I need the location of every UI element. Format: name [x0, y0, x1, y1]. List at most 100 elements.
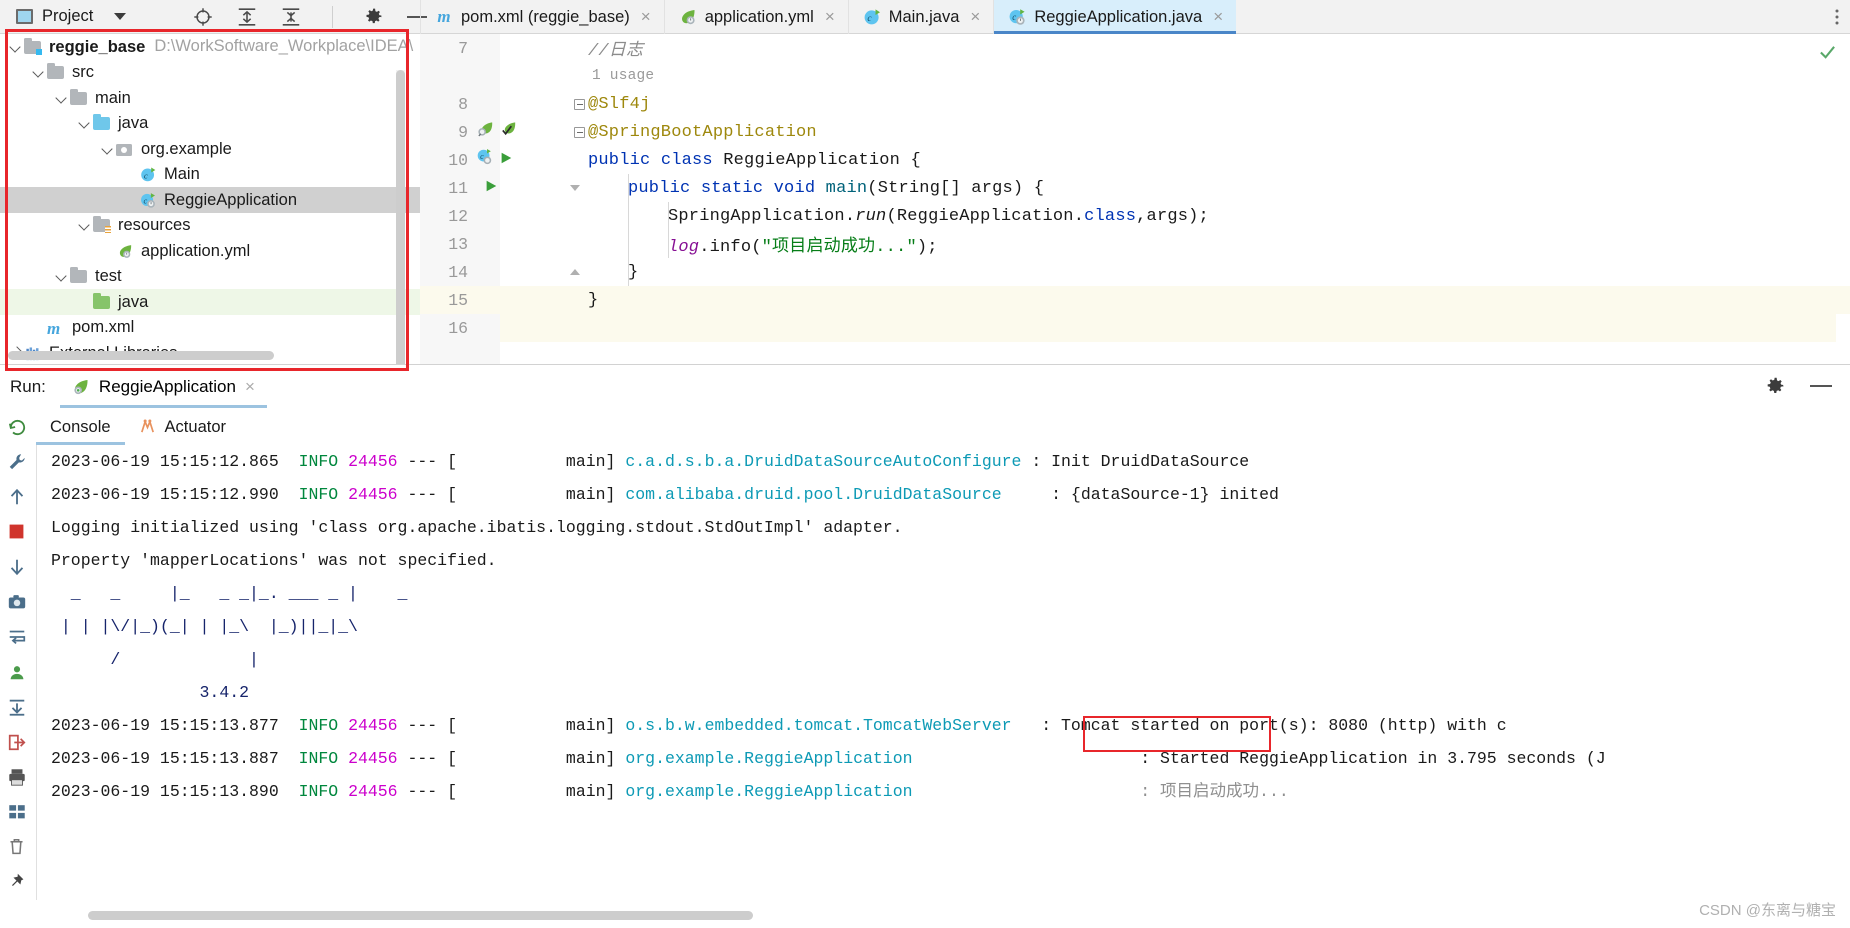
scroll-to-end-icon[interactable]	[7, 697, 29, 719]
inspection-ok-icon[interactable]	[1819, 44, 1836, 66]
collapse-all-icon[interactable]	[280, 6, 302, 28]
editor-line-9[interactable]: 9 @SpringBootApplication	[420, 118, 1850, 146]
wrench-icon[interactable]	[7, 452, 29, 474]
code-close-brace: }	[628, 262, 639, 282]
chevron-open-icon[interactable]	[100, 141, 116, 157]
chevron-down-icon[interactable]	[114, 13, 127, 20]
run-gutter-icon[interactable]	[499, 151, 513, 170]
spring-boot-class-icon: c	[1008, 8, 1026, 26]
project-tool-window-button[interactable]: Project	[0, 0, 132, 34]
tree-node-java[interactable]: java	[0, 289, 420, 315]
editor-line-7[interactable]: 7 //日志	[420, 34, 1850, 62]
chevron-open-icon[interactable]	[54, 90, 70, 106]
fold-marker-icon[interactable]	[572, 90, 586, 118]
editor-line-14[interactable]: 14 }	[420, 258, 1850, 286]
usage-hint[interactable]: 1 usage	[592, 68, 654, 84]
scroll-down-icon[interactable]	[7, 557, 29, 579]
log-thread: main]	[457, 749, 616, 768]
run-method-gutter-icon[interactable]	[484, 179, 498, 198]
tree-node-reggieapplication[interactable]: c ReggieApplication	[0, 187, 420, 213]
project-tree[interactable]: reggie_base D:\WorkSoftware_Workplace\IDE…	[0, 34, 420, 364]
tab-reggieapplication-java[interactable]: c ReggieApplication.java ×	[993, 0, 1237, 34]
chevron-open-icon[interactable]	[77, 115, 93, 131]
console-log-line: 2023-06-19 15:15:13.887 INFO 24456 --- […	[51, 742, 1850, 775]
sidebar-horizontal-scrollbar[interactable]	[8, 351, 274, 360]
close-icon[interactable]: ×	[245, 377, 255, 397]
scrollbar-thumb[interactable]	[396, 70, 405, 364]
rerun-icon[interactable]	[7, 417, 29, 439]
editor-line-15[interactable]: 15 }	[420, 286, 1850, 314]
project-tool-window[interactable]: reggie_base D:\WorkSoftware_Workplace\IDE…	[0, 34, 420, 364]
chevron-open-icon[interactable]	[54, 268, 70, 284]
editor-line-8[interactable]: 8 @Slf4j	[420, 90, 1850, 118]
spring-bean-gutter-icon[interactable]	[476, 120, 495, 144]
close-icon[interactable]: ×	[1213, 7, 1223, 27]
tree-node-src[interactable]: src	[0, 60, 420, 86]
spring-boot-app-gutter-icon[interactable]: c	[476, 148, 495, 172]
code-close-brace-class: }	[588, 290, 599, 310]
pin-icon[interactable]	[7, 872, 29, 894]
code-editor[interactable]: 7 //日志 1 usage 8 @Slf4j 9 @SpringBootApp…	[420, 34, 1850, 364]
tab-pom-xml[interactable]: m pom.xml (reggie_base) ×	[420, 0, 664, 34]
tree-node-org-example[interactable]: org.example	[0, 136, 420, 162]
chevron-open-icon[interactable]	[31, 64, 47, 80]
console-output[interactable]: 2023-06-19 15:15:12.865 INFO 24456 --- […	[36, 445, 1850, 900]
line-number: 12	[448, 206, 468, 226]
tree-node-pom-xml[interactable]: m pom.xml	[0, 315, 420, 341]
log-level: INFO	[298, 485, 339, 504]
tree-node-java[interactable]: java	[0, 111, 420, 137]
spring-config-gutter-icon[interactable]	[499, 120, 518, 144]
tab-console[interactable]: Console	[36, 409, 125, 445]
expand-all-icon[interactable]	[236, 6, 258, 28]
tree-node-main[interactable]: main	[0, 85, 420, 111]
editor-line-11[interactable]: 11 public static void main(String[] args…	[420, 174, 1850, 202]
console-tab-label: Console	[50, 417, 111, 436]
tab-actuator[interactable]: Actuator	[125, 409, 240, 445]
log-timestamp: 2023-06-19 15:15:12.990	[51, 485, 279, 504]
fold-marker-icon[interactable]	[572, 118, 586, 146]
console-horizontal-scrollbar[interactable]	[88, 911, 753, 920]
run-configuration-tab[interactable]: ReggieApplication ×	[59, 366, 267, 408]
sidebar-vertical-scrollbar[interactable]	[396, 70, 405, 364]
editor-line-13[interactable]: 13 log.info("项目启动成功...");	[420, 230, 1850, 258]
log-logger: org.example.ReggieApplication	[625, 782, 1032, 801]
console-plain-line: Property 'mapperLocations' was not speci…	[51, 551, 497, 570]
soft-wrap-icon[interactable]	[7, 627, 29, 649]
tree-node-main[interactable]: c Main	[0, 162, 420, 188]
export-icon[interactable]	[7, 732, 29, 754]
tab-overflow-menu-icon[interactable]	[1824, 0, 1850, 34]
actuator-tab-label: Actuator	[164, 417, 226, 436]
log-timestamp: 2023-06-19 15:15:13.877	[51, 716, 279, 735]
locate-icon[interactable]	[192, 6, 214, 28]
log-separator: --- [	[407, 716, 458, 735]
close-icon[interactable]: ×	[970, 7, 980, 27]
tab-application-yml[interactable]: application.yml ×	[663, 0, 848, 34]
gear-icon[interactable]	[363, 6, 385, 28]
chevron-open-icon[interactable]	[77, 217, 93, 233]
thread-dump-icon[interactable]	[7, 662, 29, 684]
trash-icon[interactable]	[7, 837, 29, 859]
tree-node-reggie-base[interactable]: reggie_base D:\WorkSoftware_Workplace\IDE…	[0, 34, 420, 60]
editor-line-12[interactable]: 12 SpringApplication.run(ReggieApplicati…	[420, 202, 1850, 230]
tree-node-test[interactable]: test	[0, 264, 420, 290]
tree-node-application-yml[interactable]: application.yml	[0, 238, 420, 264]
editor-line-16[interactable]: 16	[420, 314, 1850, 342]
project-button-label: Project	[42, 7, 94, 25]
editor-line-10[interactable]: 10 c public class ReggieApplication {	[420, 146, 1850, 174]
chevron-open-icon[interactable]	[8, 39, 24, 55]
close-icon[interactable]: ×	[825, 7, 835, 27]
stop-icon[interactable]	[7, 522, 29, 544]
tab-main-java[interactable]: c Main.java ×	[847, 0, 994, 34]
settings-icon[interactable]	[1764, 375, 1786, 402]
scroll-up-icon[interactable]	[7, 487, 29, 509]
minimize-icon[interactable]	[1810, 385, 1832, 387]
print-icon[interactable]	[7, 767, 29, 789]
fold-region-end-icon[interactable]	[568, 258, 582, 286]
fold-region-icon[interactable]	[568, 174, 582, 202]
camera-icon[interactable]	[7, 592, 29, 614]
tree-node-resources[interactable]: resources	[0, 213, 420, 239]
svg-text:c: c	[480, 152, 484, 161]
grid-icon[interactable]	[7, 802, 29, 824]
console-log-line: 2023-06-19 15:15:13.877 INFO 24456 --- […	[51, 709, 1850, 742]
close-icon[interactable]: ×	[641, 7, 651, 27]
